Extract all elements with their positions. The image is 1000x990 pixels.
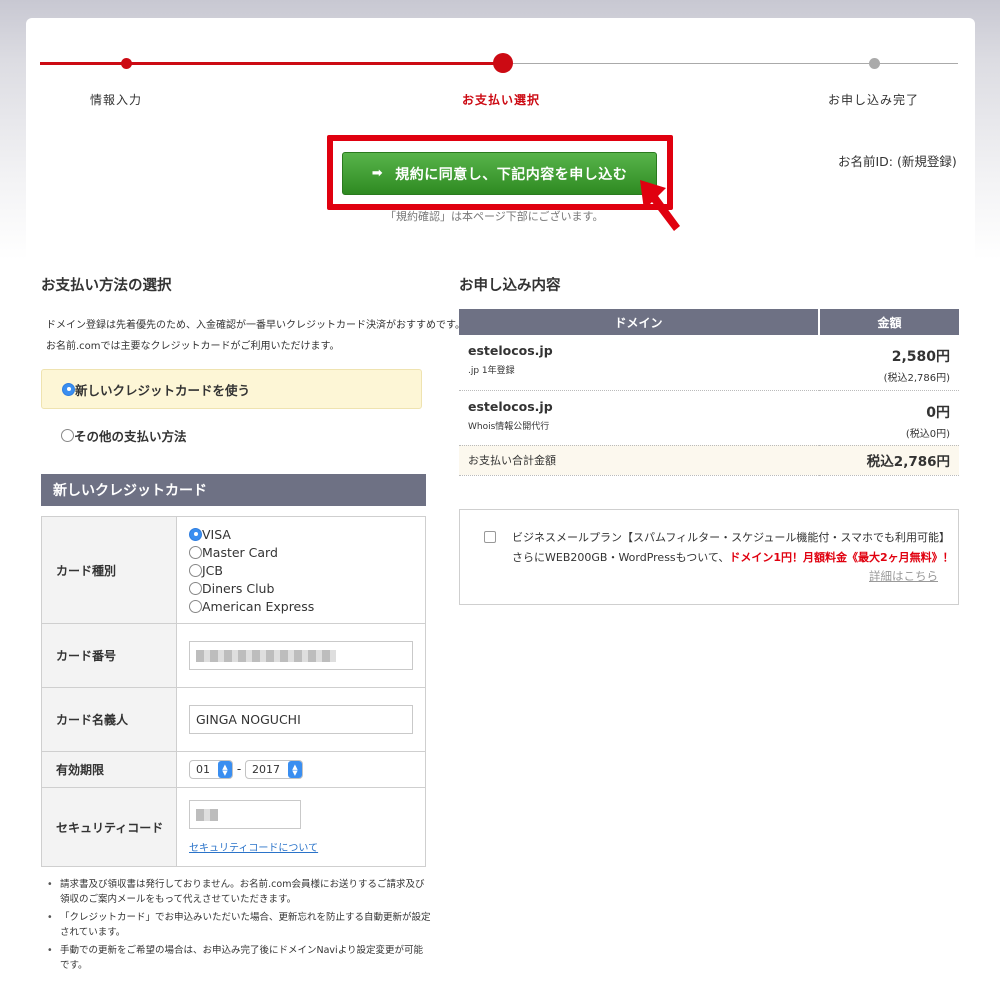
main-card: 情報入力 お支払い選択 お申し込み完了 お名前ID: (新規登録) 「規約確認」…	[26, 18, 975, 990]
card-holder-label: カード名義人	[41, 687, 177, 752]
card-type-label: カード種別	[41, 516, 177, 624]
radio-selected-icon[interactable]	[189, 527, 202, 541]
business-mail-promo: ドメイン1円！月額料金《最大2ヶ月無料》！	[729, 551, 954, 564]
payment-option-new-card[interactable]: 新しいクレジットカードを使う	[41, 369, 422, 409]
security-code-help-link[interactable]: セキュリティコードについて	[189, 843, 318, 854]
note-item: 請求書及び領収書は発行しておりません。お名前.com会員様にお送りするご請求及び…	[47, 878, 432, 907]
expiry-year-select[interactable]: 2017 ▲ ▼	[245, 760, 303, 779]
col-header-domain: ドメイン	[459, 309, 820, 335]
price-tax-included: (税込2,786円)	[883, 373, 950, 384]
table-row: estelocos.jp .jp 1年登録 2,580円 (税込2,786円)	[459, 335, 959, 391]
payment-description: ドメイン登録は先着優先のため、入金確認が一番早いクレジットカード決済がおすすめで…	[46, 320, 465, 352]
expiry-label: 有効期限	[41, 751, 177, 788]
total-label: お支払い合計金額	[459, 445, 819, 476]
domain-name: estelocos.jp	[468, 398, 553, 414]
name-id-label: お名前ID: (新規登録)	[838, 154, 957, 169]
domain-plan: .jp 1年登録	[468, 366, 515, 376]
domain-name: estelocos.jp	[468, 343, 553, 358]
radio-selected-icon[interactable]	[62, 382, 75, 396]
payment-option-label: その他の支払い方法	[74, 429, 187, 444]
progress-track-complete	[40, 62, 503, 65]
terms-location-note: 「規約確認」は本ページ下部にございます。	[381, 208, 608, 224]
radio-unselected-icon[interactable]	[61, 429, 74, 442]
agree-button-label: 規約に同意し、下記内容を申し込む	[395, 166, 628, 183]
card-brand-diners[interactable]: Diners Club	[189, 579, 425, 597]
radio-unselected-icon[interactable]	[189, 581, 202, 595]
business-mail-checkbox[interactable]	[484, 531, 496, 543]
col-header-price: 金額	[819, 309, 959, 335]
payment-notes-list: 請求書及び領収書は発行しておりません。お名前.com会員様にお送りするご請求及び…	[47, 878, 432, 977]
radio-unselected-icon[interactable]	[189, 563, 202, 577]
select-arrows-icon: ▲ ▼	[218, 761, 232, 778]
payment-section-title: お支払い方法の選択	[41, 278, 172, 294]
radio-unselected-icon[interactable]	[189, 599, 202, 613]
price-amount: 2,580円	[891, 349, 950, 365]
progress-track-remaining	[503, 63, 958, 64]
business-mail-title: ビジネスメールプラン【スパムフィルター・スケジュール機能付・スマホでも利用可能】	[512, 531, 951, 544]
security-code-input[interactable]	[189, 800, 301, 829]
progress-dot-step3	[869, 58, 880, 69]
credit-card-form-table: カード種別 VISA Master Card JCB Diners Club A…	[41, 516, 426, 867]
note-item: 手動での更新をご希望の場合は、お申込み完了後にドメインNaviより設定変更が可能…	[47, 944, 432, 973]
card-number-label: カード番号	[41, 623, 177, 688]
expiry-month-select[interactable]: 01 ▲ ▼	[189, 760, 233, 779]
price-tax-included: (税込0円)	[905, 428, 950, 440]
business-mail-details-link[interactable]: 詳細はこちら	[869, 568, 938, 584]
card-brand-mastercard[interactable]: Master Card	[189, 543, 425, 561]
expiry-separator: -	[236, 762, 242, 776]
step-label-complete: お申し込み完了	[828, 93, 920, 107]
domain-option: Whois情報公開代行	[468, 421, 550, 432]
order-summary-table: ドメイン 金額 estelocos.jp .jp 1年登録 2,580円 (税込…	[459, 309, 959, 476]
table-row: estelocos.jp Whois情報公開代行 0円 (税込0円)	[459, 390, 959, 446]
price-amount: 0円	[926, 404, 950, 421]
step-label-payment: お支払い選択	[462, 93, 541, 107]
arrow-right-icon: ➡	[371, 166, 384, 181]
business-mail-description: さらにWEB200GB・WordPressもついて、ドメイン1円！月額料金《最大…	[512, 551, 954, 564]
order-section-title: お申し込み内容	[459, 278, 561, 294]
total-amount: 税込2,786円	[819, 445, 959, 476]
business-mail-offer-box: ビジネスメールプラン【スパムフィルター・スケジュール機能付・スマホでも利用可能】…	[459, 509, 959, 605]
radio-unselected-icon[interactable]	[189, 545, 202, 559]
card-brand-amex[interactable]: American Express	[189, 597, 425, 615]
total-row: お支払い合計金額 税込2,786円	[459, 445, 959, 476]
progress-dot-step2-current	[493, 53, 513, 73]
credit-card-section-header: 新しいクレジットカード	[41, 474, 426, 506]
card-holder-input[interactable]: GINGA NOGUCHI	[189, 705, 413, 734]
security-code-label: セキュリティコード	[41, 787, 177, 867]
agree-and-submit-button[interactable]: ➡ 規約に同意し、下記内容を申し込む	[342, 152, 657, 195]
card-brand-jcb[interactable]: JCB	[189, 561, 425, 579]
blurred-security-code	[196, 808, 218, 821]
step-label-info: 情報入力	[90, 93, 143, 107]
payment-option-label: 新しいクレジットカードを使う	[75, 382, 251, 398]
card-brand-visa[interactable]: VISA	[189, 525, 425, 543]
select-arrows-icon: ▲ ▼	[288, 761, 302, 778]
note-item: 「クレジットカード」でお申込みいただいた場合、更新忘れを防止する自動更新が設定さ…	[47, 911, 432, 940]
blurred-card-number	[196, 649, 336, 662]
card-number-input[interactable]	[189, 641, 413, 670]
payment-option-other[interactable]: その他の支払い方法	[61, 426, 187, 445]
progress-dot-step1	[121, 58, 132, 69]
callout-pointer-arrow-icon	[640, 180, 680, 231]
